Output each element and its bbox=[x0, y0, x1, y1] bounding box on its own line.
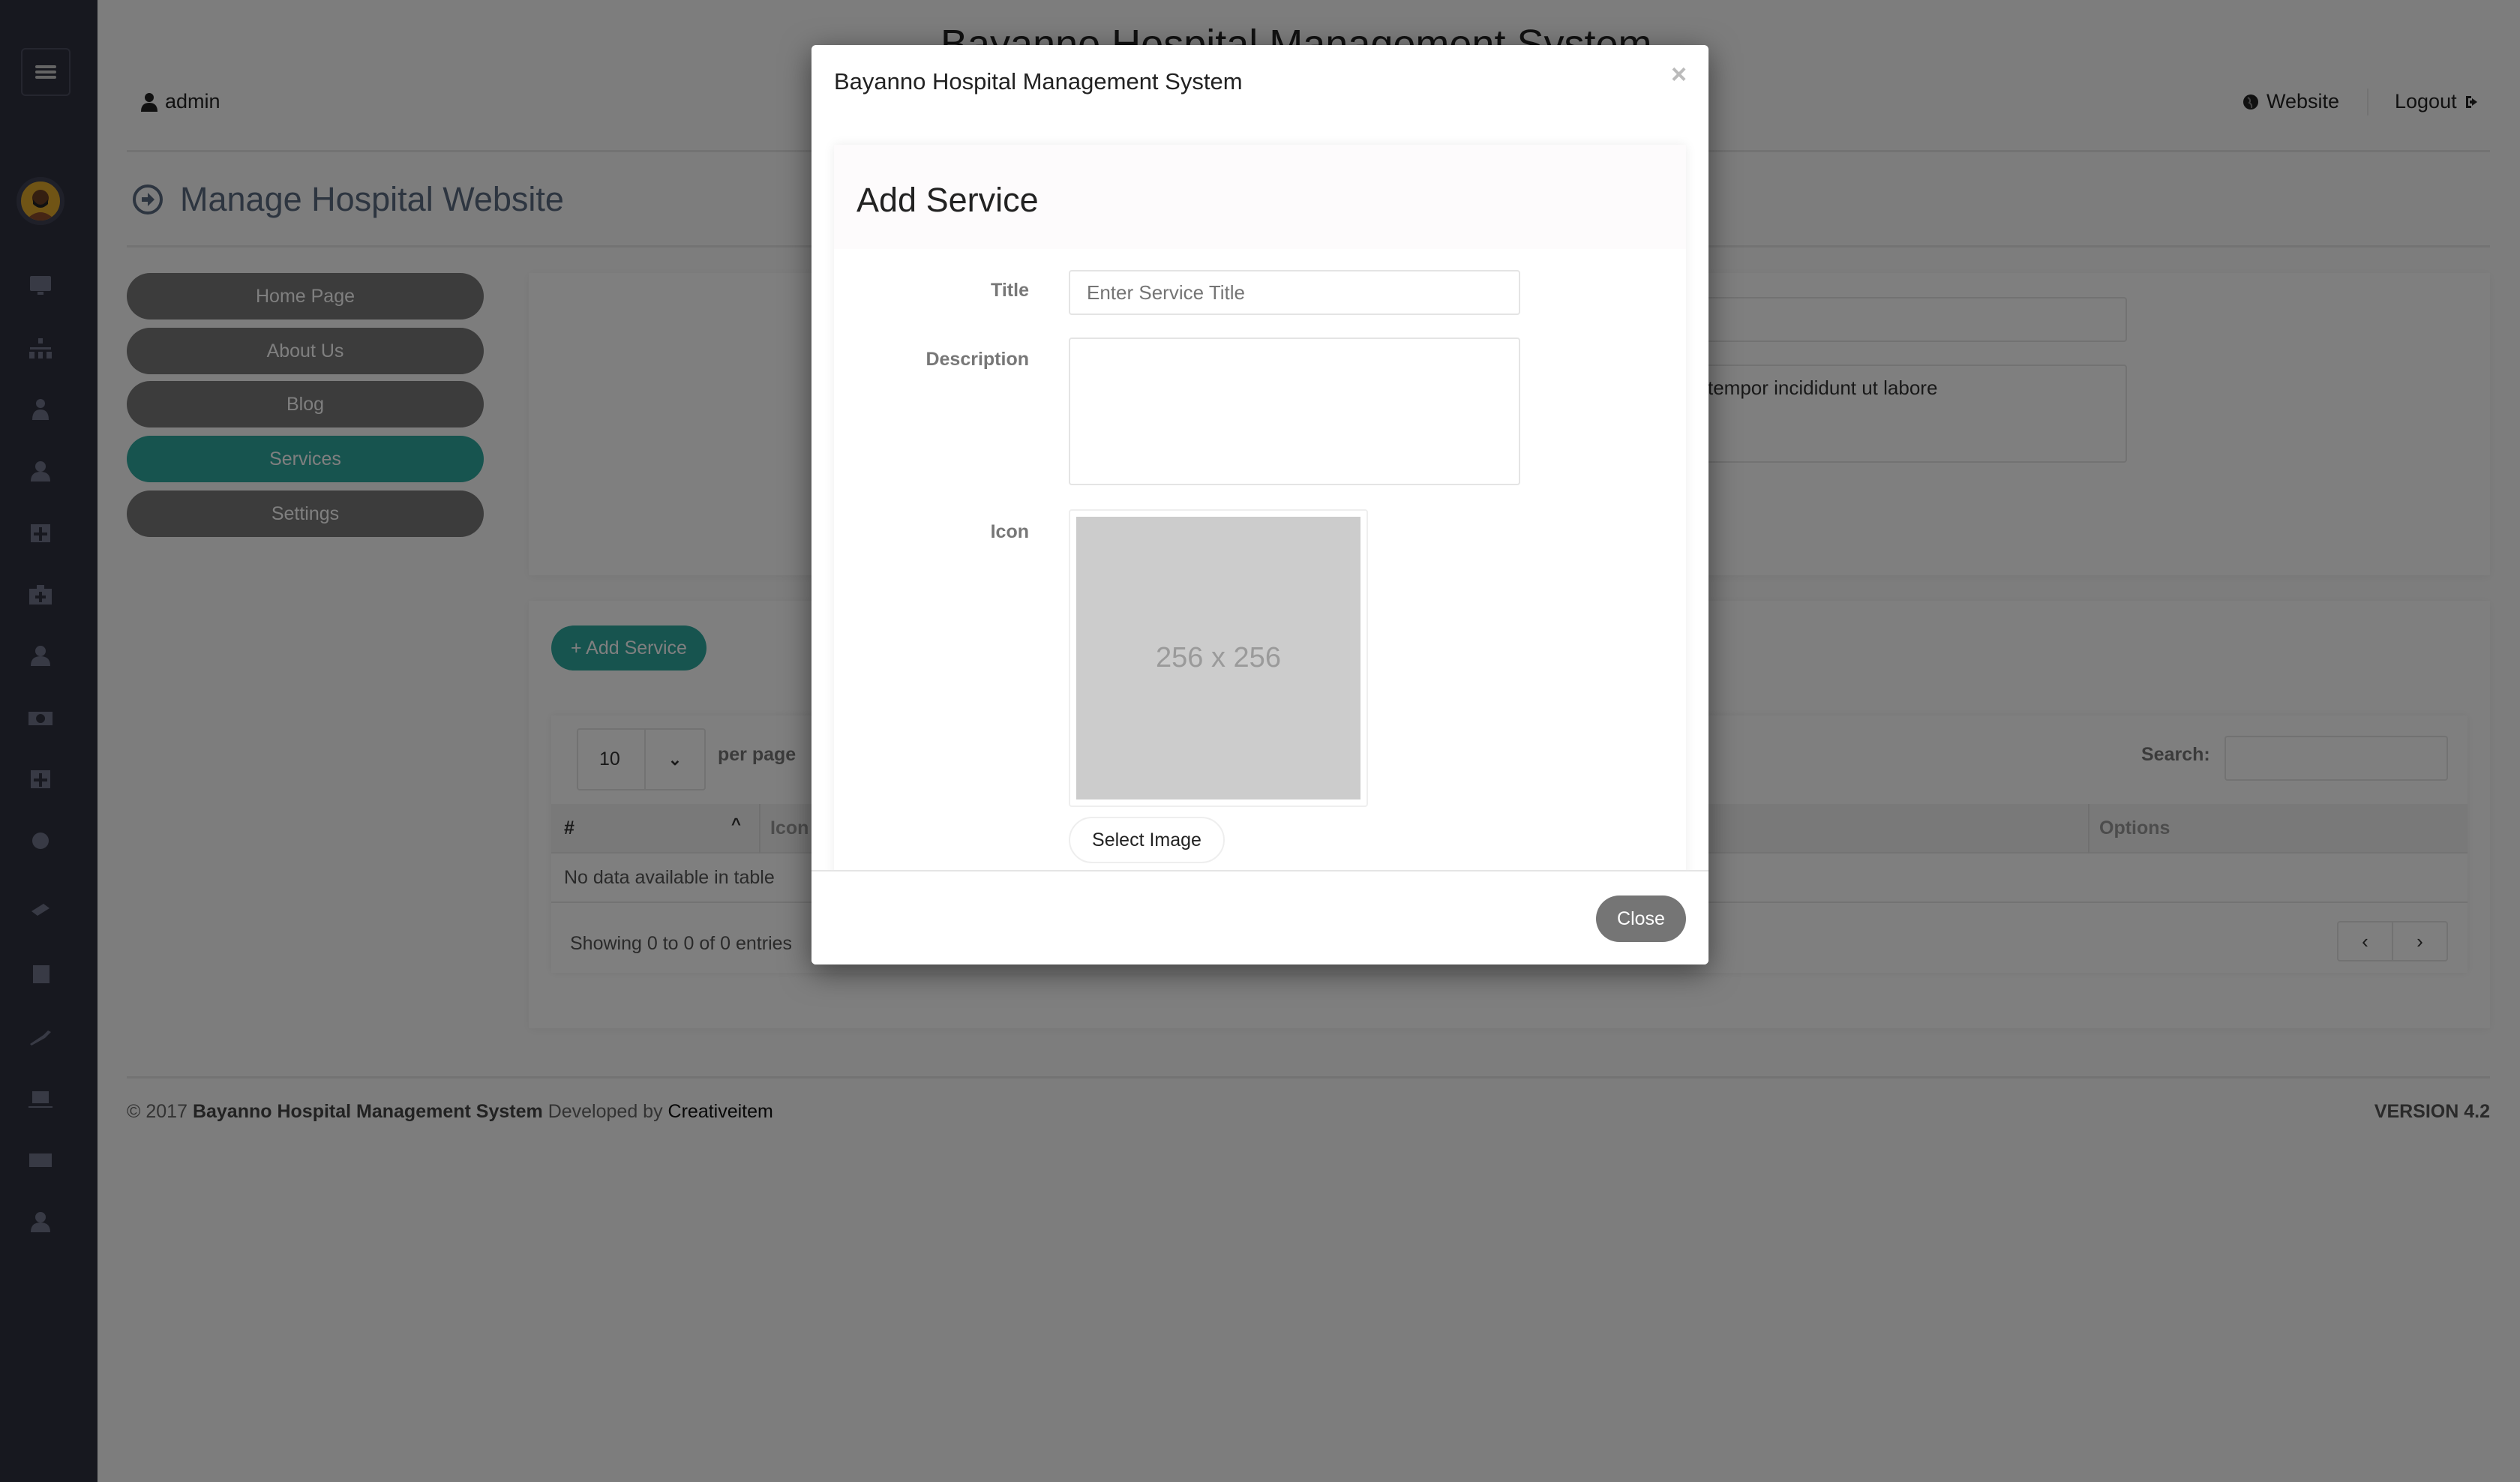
title-label: Title bbox=[991, 280, 1029, 301]
close-icon[interactable]: × bbox=[1671, 58, 1687, 90]
card-header: Add Service bbox=[834, 145, 1686, 249]
image-placeholder: 256 x 256 bbox=[1076, 517, 1360, 800]
close-button[interactable]: Close bbox=[1596, 896, 1686, 942]
icon-label: Icon bbox=[990, 521, 1029, 542]
select-image-button[interactable]: Select Image bbox=[1069, 817, 1225, 863]
add-service-modal: Bayanno Hospital Management System × Add… bbox=[812, 45, 1708, 964]
modal-title: Bayanno Hospital Management System bbox=[834, 68, 1243, 94]
card-heading: Add Service bbox=[856, 181, 1039, 219]
modal-footer: Close bbox=[812, 870, 1708, 964]
image-thumbnail: 256 x 256 bbox=[1069, 509, 1368, 807]
service-description-textarea[interactable] bbox=[1069, 338, 1520, 485]
add-service-card: Add Service Title Description Icon 256 x… bbox=[834, 145, 1686, 895]
service-title-input[interactable] bbox=[1069, 270, 1520, 315]
description-label: Description bbox=[926, 349, 1029, 370]
